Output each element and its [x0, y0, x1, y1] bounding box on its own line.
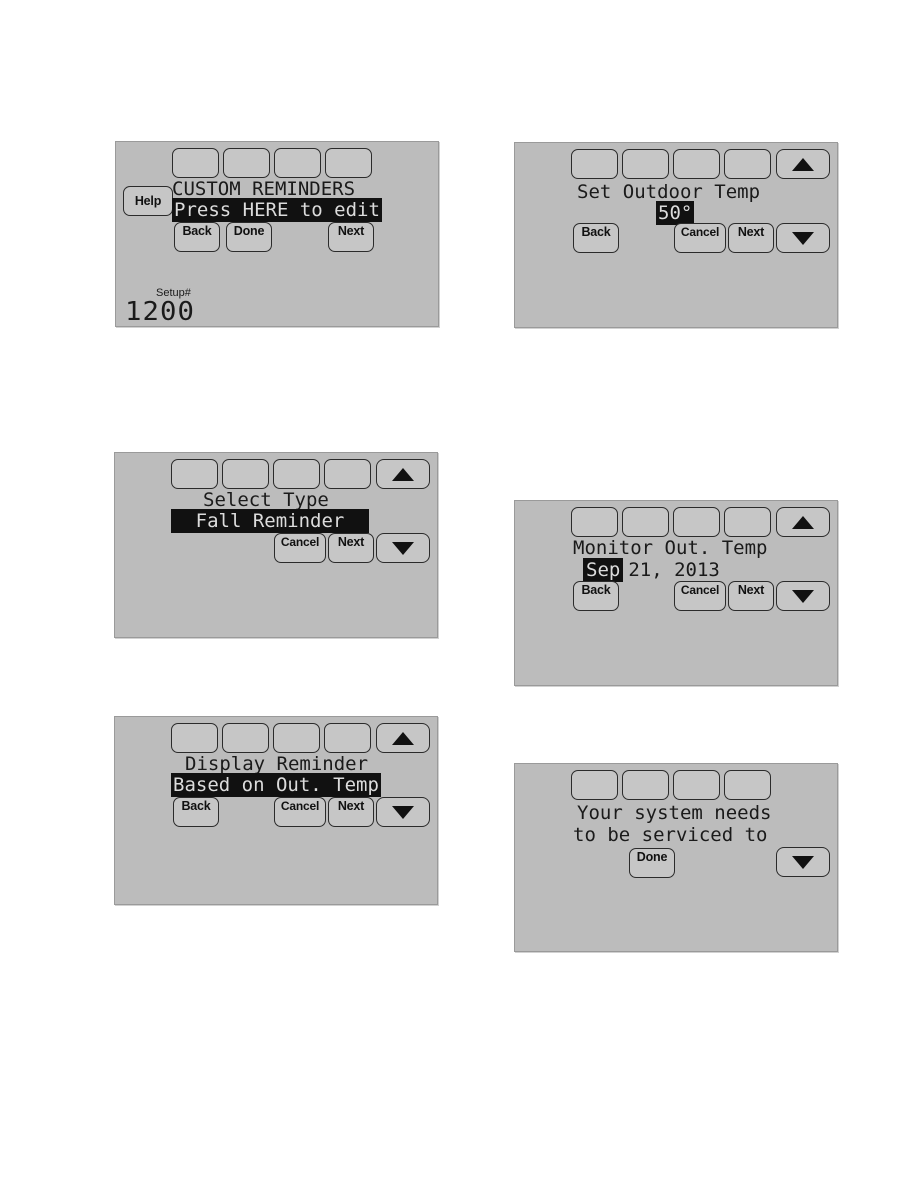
next-button[interactable]: Next	[328, 533, 374, 563]
thermostat-screen-monitor-out-temp: Monitor Out. Temp Sep 21, 2013 Back Cance…	[514, 500, 838, 686]
down-arrow-icon	[792, 231, 814, 245]
cancel-button[interactable]: Cancel	[274, 797, 326, 827]
next-button[interactable]: Next	[328, 797, 374, 827]
down-arrow-button[interactable]	[776, 223, 830, 253]
softkey-tab-row	[571, 770, 771, 800]
panel-title-display-reminder: Display Reminder	[185, 753, 369, 775]
down-arrow-button[interactable]	[776, 581, 830, 611]
softkey-tab-3[interactable]	[274, 148, 321, 178]
up-arrow-icon	[792, 157, 814, 171]
softkey-tab-1[interactable]	[171, 459, 218, 489]
up-arrow-button[interactable]	[376, 723, 430, 753]
softkey-tab-2[interactable]	[622, 770, 669, 800]
softkey-tab-4[interactable]	[324, 459, 371, 489]
softkey-tab-4[interactable]	[724, 770, 771, 800]
monitor-date-value[interactable]: Sep 21, 2013	[583, 558, 720, 582]
softkey-tab-2[interactable]	[622, 507, 669, 537]
softkey-tab-3[interactable]	[673, 149, 720, 179]
softkey-tab-row	[171, 459, 371, 489]
up-arrow-icon	[792, 515, 814, 529]
softkey-tab-1[interactable]	[571, 507, 618, 537]
date-month-field[interactable]: Sep	[583, 558, 624, 582]
cancel-button[interactable]: Cancel	[274, 533, 326, 563]
back-button[interactable]: Back	[573, 223, 619, 253]
date-rest-field[interactable]: 21, 2013	[628, 559, 720, 581]
panel-title-select-type: Select Type	[203, 489, 329, 511]
up-arrow-button[interactable]	[776, 149, 830, 179]
panel-title-set-outdoor-temp: Set Outdoor Temp	[577, 181, 761, 203]
softkey-tab-3[interactable]	[273, 723, 320, 753]
softkey-tab-1[interactable]	[172, 148, 219, 178]
cancel-button[interactable]: Cancel	[674, 581, 726, 611]
outdoor-temp-value[interactable]: 50°	[656, 201, 695, 225]
cancel-button[interactable]: Cancel	[674, 223, 726, 253]
up-arrow-button[interactable]	[776, 507, 830, 537]
softkey-tab-4[interactable]	[724, 507, 771, 537]
down-arrow-icon	[392, 541, 414, 555]
softkey-tab-4[interactable]	[724, 149, 771, 179]
softkey-tab-4[interactable]	[324, 723, 371, 753]
softkey-tab-4[interactable]	[325, 148, 372, 178]
softkey-tab-2[interactable]	[223, 148, 270, 178]
thermostat-screen-select-type: Select Type Fall Reminder Cancel Next	[114, 452, 438, 638]
down-arrow-icon	[792, 589, 814, 603]
up-arrow-icon	[392, 731, 414, 745]
down-arrow-button[interactable]	[776, 847, 830, 877]
done-button[interactable]: Done	[226, 222, 272, 252]
setup-number-value: 1200	[125, 297, 195, 327]
up-arrow-icon	[392, 467, 414, 481]
softkey-tab-2[interactable]	[222, 723, 269, 753]
service-message-line-1: Your system needs	[577, 802, 772, 824]
thermostat-screen-service-message: Your system needs to be serviced to Done	[514, 763, 838, 952]
service-message-line-2: to be serviced to	[573, 824, 768, 846]
softkey-tab-row	[172, 148, 372, 178]
softkey-tab-1[interactable]	[571, 770, 618, 800]
softkey-tab-row	[171, 723, 371, 753]
down-arrow-icon	[392, 805, 414, 819]
softkey-tab-2[interactable]	[222, 459, 269, 489]
done-button[interactable]: Done	[629, 848, 675, 878]
thermostat-screen-set-outdoor-temp: Set Outdoor Temp 50° Back Cancel Next	[514, 142, 838, 328]
down-arrow-button[interactable]	[376, 797, 430, 827]
reminder-type-value[interactable]: Fall Reminder	[171, 509, 369, 533]
softkey-tab-1[interactable]	[171, 723, 218, 753]
softkey-tab-3[interactable]	[673, 507, 720, 537]
panel-title-custom-reminders: CUSTOM REMINDERS	[172, 178, 356, 200]
softkey-tab-row	[571, 149, 771, 179]
next-button[interactable]: Next	[328, 222, 374, 252]
down-arrow-icon	[792, 855, 814, 869]
next-button[interactable]: Next	[728, 223, 774, 253]
display-reminder-value[interactable]: Based on Out. Temp	[171, 773, 381, 797]
softkey-tab-2[interactable]	[622, 149, 669, 179]
up-arrow-button[interactable]	[376, 459, 430, 489]
softkey-tab-1[interactable]	[571, 149, 618, 179]
softkey-tab-3[interactable]	[673, 770, 720, 800]
press-here-to-edit-field[interactable]: Press HERE to edit	[172, 198, 382, 222]
back-button[interactable]: Back	[573, 581, 619, 611]
thermostat-screen-custom-reminders: Help CUSTOM REMINDERS Press HERE to edit…	[115, 141, 439, 327]
next-button[interactable]: Next	[728, 581, 774, 611]
thermostat-screen-display-reminder: Display Reminder Based on Out. Temp Back…	[114, 716, 438, 905]
down-arrow-button[interactable]	[376, 533, 430, 563]
softkey-tab-row	[571, 507, 771, 537]
back-button[interactable]: Back	[174, 222, 220, 252]
back-button[interactable]: Back	[173, 797, 219, 827]
panel-title-monitor-out-temp: Monitor Out. Temp	[573, 537, 768, 559]
softkey-tab-3[interactable]	[273, 459, 320, 489]
help-button[interactable]: Help	[123, 186, 173, 216]
